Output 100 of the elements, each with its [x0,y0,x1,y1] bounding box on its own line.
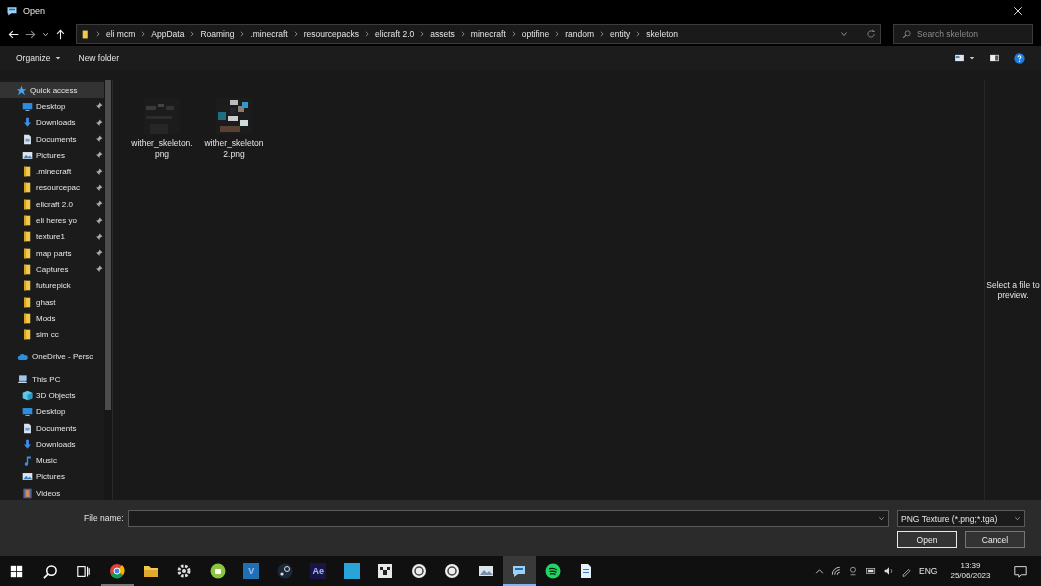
sidebar-item[interactable]: Documents [0,419,104,437]
cube-icon [22,390,33,401]
up-button[interactable] [55,28,66,40]
sidebar-item[interactable]: .minecraft [0,163,104,180]
sidebar-item[interactable]: Videos [0,485,104,502]
wifi-icon [831,566,842,576]
browser-icon [109,563,126,579]
sidebar-item[interactable]: texture1 [0,228,104,245]
breadcrumb[interactable]: eli mcm [106,29,136,39]
breadcrumb[interactable]: .minecraft [250,29,288,39]
gear-icon [176,563,193,579]
sidebar-item[interactable]: Pictures [0,468,104,486]
star-icon [16,84,27,96]
sidebar-item[interactable]: Desktop [0,98,104,115]
breadcrumb[interactable]: AppData [151,29,185,39]
caret-icon [840,30,848,38]
file-name[interactable]: wither_skeleton2.png [201,138,267,161]
file-name[interactable]: wither_skeleton.png [129,138,195,161]
chevron-icon [419,31,426,37]
dialog-button[interactable]: Open [897,531,957,548]
taskbar-app[interactable]: Ae [301,556,335,586]
view-menu[interactable] [954,53,975,63]
folder-icon [22,296,33,308]
document-icon [22,133,33,145]
chevron-icon [239,31,246,37]
close-icon [1013,6,1023,16]
sidebar-item[interactable]: Documents [0,130,104,148]
breadcrumb[interactable]: Roaming [200,29,235,39]
sidebar-item[interactable]: OneDrive - Persc [0,348,104,366]
app-tile-icon: V [243,563,260,579]
pin-icon [95,135,103,144]
music-icon [22,455,33,467]
breadcrumb[interactable]: random [565,29,595,39]
sidebar-item[interactable]: Captures [0,261,104,278]
sidebar-item[interactable]: Downloads [0,114,104,131]
caret-icon [878,514,885,522]
breadcrumb[interactable]: skeleton [646,29,679,39]
file-name-field[interactable] [127,509,889,527]
chevron-icon [554,31,561,37]
sidebar-item[interactable]: futurepick [0,277,104,294]
windows-icon [10,564,24,578]
sidebar-item[interactable]: map parts [0,244,104,262]
recent-dropdown[interactable] [42,30,49,38]
sidebar-item[interactable]: Desktop [0,403,104,420]
sidebar-item[interactable]: Music [0,452,104,469]
task-view-icon [77,564,91,578]
taskbar-app[interactable] [502,556,536,586]
sidebar-item[interactable]: Quick access [0,82,104,99]
pin-icon [95,102,103,111]
chevron-icon [292,31,299,37]
address-bar[interactable]: eli mcm AppData Roaming .minecraft resourcepacks elicraft 2.0 assets minecraft optifine random entity skeleton [76,24,881,44]
notification-icon [1013,564,1027,578]
file-type-dropdown[interactable]: PNG Texture (*.png;*.tga) [897,510,1025,527]
organize-menu[interactable]: Organize [16,53,61,63]
help-icon [1014,52,1025,64]
pin-icon [95,151,103,160]
desktop-icon [22,406,33,418]
folder-icon [22,263,33,275]
caret-icon [42,30,49,38]
clock[interactable]: 13:39 25/06/2023 [944,560,997,582]
back-button[interactable] [8,28,19,40]
window-icon [511,563,528,579]
breadcrumb[interactable]: minecraft [470,29,506,39]
breadcrumb[interactable]: elicraft 2.0 [375,29,415,39]
film-icon [22,487,33,499]
music-app-icon [544,563,561,579]
search-field[interactable]: Search skeleton [893,24,1033,44]
up-arrow-icon [55,28,66,40]
forward-button[interactable] [25,28,36,40]
sidebar-item[interactable]: ghast [0,293,104,311]
preview-pane-button[interactable] [989,53,1000,63]
sidebar-item[interactable]: Downloads [0,436,104,453]
sidebar-item[interactable]: Mods [0,310,104,327]
battery-icon [865,566,878,576]
scrollbar-thumb[interactable] [105,80,111,410]
breadcrumb[interactable]: entity [610,29,631,39]
chevron-icon [459,31,466,37]
pin-icon [95,118,103,127]
pictures-icon [22,149,33,161]
folder-icon [22,215,33,226]
folder-icon [22,280,33,292]
breadcrumb[interactable]: assets [430,29,455,39]
sidebar-item[interactable]: eli heres yo [0,212,104,229]
sidebar-item[interactable]: resourcepac [0,179,104,197]
breadcrumb[interactable]: optifine [521,29,550,39]
pin-icon [95,216,103,225]
sidebar-item[interactable]: Pictures [0,147,104,164]
language-indicator[interactable]: ENG [919,566,938,576]
cloud-icon [16,351,29,363]
sidebar-item[interactable]: This PC [0,371,104,388]
new-folder-button[interactable]: New folder [78,53,120,63]
pin-icon [95,167,103,176]
sidebar-item[interactable]: elicraft 2.0 [0,196,104,213]
sidebar-item[interactable]: 3D Objects [0,387,104,404]
pin-icon [95,249,103,258]
sidebar-item[interactable]: sim cc [0,326,104,343]
folder-icon [22,312,33,324]
breadcrumb[interactable]: resourcepacks [303,29,359,39]
dialog-button[interactable]: Cancel [965,531,1025,548]
help-button[interactable] [1014,52,1025,64]
